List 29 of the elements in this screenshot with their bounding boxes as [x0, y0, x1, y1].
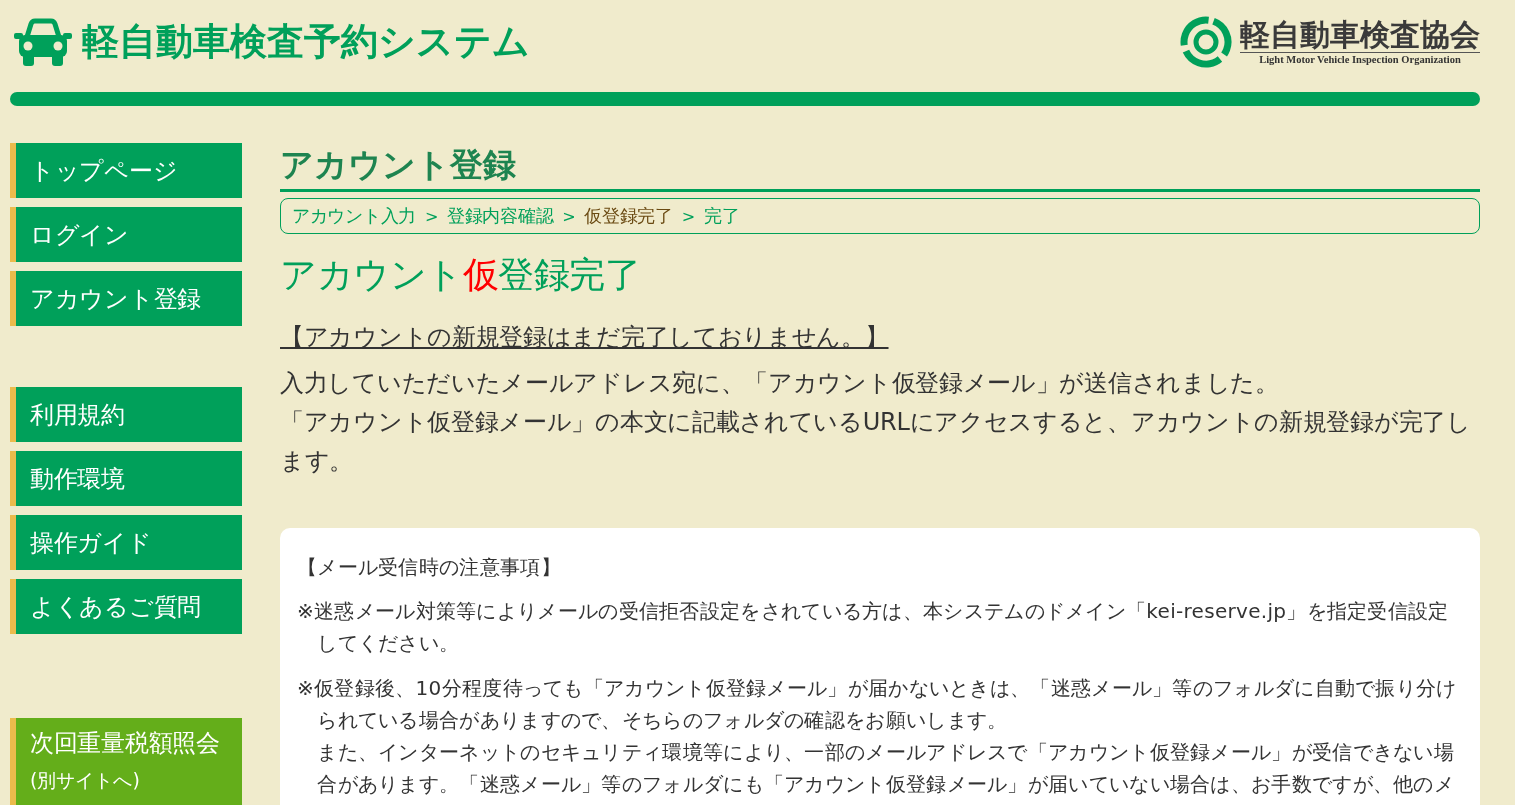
breadcrumb-step: 完了 [703, 204, 740, 228]
org-name: 軽自動車検査協会 [1240, 17, 1480, 53]
status-title: アカウント 仮登録完了 [280, 253, 641, 297]
external-site-link[interactable]: 次回重量税額照会 (別サイトへ) [10, 718, 242, 805]
nav-link[interactable]: よくあるご質問 [10, 579, 242, 634]
nav-link[interactable]: 利用規約 [10, 387, 242, 442]
nav-link[interactable]: アカウント登録 [10, 271, 242, 326]
ring-logo-icon [1180, 16, 1232, 68]
note-text: ※迷惑メール対策等によりメールの受信拒否設定をされている方は、本システムのドメイン「kei-reserve.jp」を指定受信設定してください。 [297, 598, 1450, 657]
org-english-name: Light Motor Vehicle Inspection Organization [1258, 53, 1462, 67]
body-text: 入力していただいたメールアドレス宛に、「アカウント仮登録メール」が送信されました。 [280, 368, 1280, 399]
page-heading: アカウント登録 [280, 143, 1480, 192]
breadcrumb-separator: > [681, 206, 695, 226]
car-icon [14, 18, 72, 66]
nav-link[interactable]: トップページ [10, 143, 242, 198]
note-text: また、インターネットのセキュリティ環境等により、一部のメールアドレスで「アカウント仮登録メール」が受信できない場合があります。「迷惑メール」等のフォルダにも「アカウント仮登録メール」が届いていない場合は、お手数ですが、他のメ [316, 739, 1456, 798]
breadcrumb-step: アカウント入力 [292, 204, 416, 228]
nav-link[interactable]: 操作ガイド [10, 515, 242, 570]
site-title: 軽自動車検査予約システム [82, 19, 530, 65]
notes-heading: 【メール受信時の注意事項】 [297, 554, 562, 581]
note-text: ※仮登録後、10分程度待っても「アカウント仮登録メール」が届かないときは、「迷惑メール」等のフォルダに自動で振り分けられている場合がありますので、そちらのフォルダの確認をお願いします。 [297, 675, 1458, 734]
body-text: 「アカウント仮登録メール」の本文に記載されているURLにアクセスすると、アカウントの新規登録が完了します。 [280, 407, 1472, 477]
breadcrumb-step: 登録内容確認 [447, 204, 554, 228]
nav-link[interactable]: ログイン [10, 207, 242, 262]
warning-text: 【アカウントの新規登録はまだ完了しておりません。】 [280, 322, 889, 353]
breadcrumb-separator: > [562, 206, 576, 226]
breadcrumb-step: 仮登録完了 [584, 204, 673, 228]
breadcrumb-separator: > [424, 206, 438, 226]
nav-link[interactable]: 動作環境 [10, 451, 242, 506]
